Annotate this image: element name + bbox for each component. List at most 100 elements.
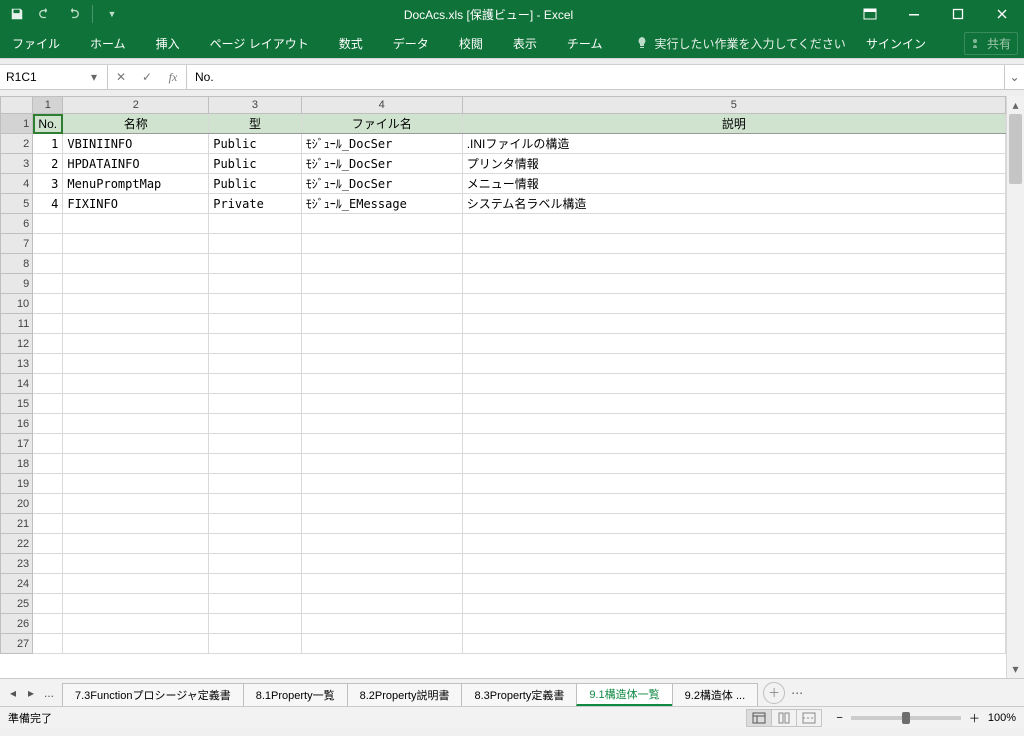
cell[interactable] (33, 614, 63, 634)
cell[interactable] (63, 494, 209, 514)
cell[interactable]: 4 (33, 194, 63, 214)
cell[interactable] (462, 494, 1005, 514)
cell[interactable]: 型 (209, 114, 302, 134)
cell[interactable]: Public (209, 174, 302, 194)
row-header[interactable]: 19 (1, 474, 33, 494)
row-header[interactable]: 2 (1, 134, 33, 154)
cell[interactable] (33, 294, 63, 314)
cell[interactable] (33, 634, 63, 654)
cell[interactable] (462, 234, 1005, 254)
cell[interactable] (63, 454, 209, 474)
undo-icon[interactable] (36, 5, 54, 23)
row-header[interactable]: 11 (1, 314, 33, 334)
cell[interactable] (63, 354, 209, 374)
tab-view[interactable]: 表示 (507, 31, 543, 56)
cell[interactable]: 2 (33, 154, 63, 174)
cell[interactable] (301, 394, 462, 414)
cell[interactable] (301, 214, 462, 234)
cell[interactable] (209, 234, 302, 254)
tab-review[interactable]: 校閲 (453, 31, 489, 56)
sheet-tab[interactable]: 7.3Functionプロシージャ定義書 (62, 683, 244, 706)
zoom-out-button[interactable]: − (836, 712, 842, 724)
cell[interactable] (301, 434, 462, 454)
cell[interactable] (209, 454, 302, 474)
sheet-tab[interactable]: 8.2Property説明書 (347, 683, 463, 706)
cell[interactable] (301, 294, 462, 314)
cell[interactable]: Private (209, 194, 302, 214)
row-header[interactable]: 9 (1, 274, 33, 294)
cell[interactable] (63, 274, 209, 294)
cell[interactable]: ﾓｼﾞｭｰﾙ_DocSer (301, 134, 462, 154)
cell[interactable] (462, 374, 1005, 394)
ribbon-display-options-icon[interactable] (848, 0, 892, 28)
cell[interactable]: 説明 (462, 114, 1005, 134)
cell[interactable] (462, 514, 1005, 534)
tab-nav-next-icon[interactable]: ▸ (24, 686, 38, 700)
cell[interactable] (209, 414, 302, 434)
view-page-break-icon[interactable] (796, 709, 822, 727)
cell[interactable] (63, 214, 209, 234)
cell[interactable] (63, 254, 209, 274)
cell[interactable] (462, 534, 1005, 554)
row-header[interactable]: 7 (1, 234, 33, 254)
formula-input[interactable] (187, 65, 1004, 89)
cell[interactable] (63, 474, 209, 494)
share-button[interactable]: 共有 (964, 32, 1018, 55)
zoom-slider[interactable] (851, 716, 961, 720)
sheet-tab[interactable]: 8.3Property定義書 (461, 683, 577, 706)
cell[interactable] (462, 314, 1005, 334)
tab-file[interactable]: ファイル (6, 31, 66, 56)
sheet-tab[interactable]: 9.1構造体一覧 (576, 683, 672, 706)
cell[interactable] (33, 234, 63, 254)
cell[interactable] (209, 374, 302, 394)
cell[interactable] (301, 254, 462, 274)
scroll-up-icon[interactable]: ▴ (1007, 96, 1024, 114)
cell[interactable] (63, 514, 209, 534)
cell[interactable] (301, 274, 462, 294)
tab-page-layout[interactable]: ページ レイアウト (204, 31, 315, 56)
row-header[interactable]: 5 (1, 194, 33, 214)
cell[interactable] (63, 434, 209, 454)
row-header[interactable]: 3 (1, 154, 33, 174)
cell[interactable] (63, 534, 209, 554)
minimize-button[interactable] (892, 0, 936, 28)
cell[interactable] (33, 594, 63, 614)
cell[interactable] (462, 554, 1005, 574)
cell[interactable] (301, 634, 462, 654)
cell[interactable] (301, 594, 462, 614)
row-header[interactable]: 27 (1, 634, 33, 654)
cell[interactable] (209, 634, 302, 654)
cell[interactable]: ﾓｼﾞｭｰﾙ_DocSer (301, 154, 462, 174)
cell[interactable]: Public (209, 154, 302, 174)
cell[interactable] (33, 314, 63, 334)
tab-data[interactable]: データ (387, 31, 435, 56)
view-page-layout-icon[interactable] (771, 709, 797, 727)
cell[interactable] (209, 354, 302, 374)
cell[interactable] (462, 394, 1005, 414)
cell[interactable]: ﾓｼﾞｭｰﾙ_EMessage (301, 194, 462, 214)
cell[interactable]: .INIファイルの構造 (462, 134, 1005, 154)
view-normal-icon[interactable] (746, 709, 772, 727)
cell[interactable] (33, 434, 63, 454)
row-header[interactable]: 24 (1, 574, 33, 594)
cell[interactable]: No. (33, 114, 63, 134)
cell[interactable]: 名称 (63, 114, 209, 134)
cell[interactable] (33, 514, 63, 534)
cell[interactable] (209, 554, 302, 574)
column-header[interactable]: 2 (63, 97, 209, 114)
cell[interactable] (33, 274, 63, 294)
cell[interactable] (209, 254, 302, 274)
row-header[interactable]: 13 (1, 354, 33, 374)
cell[interactable] (63, 234, 209, 254)
column-header[interactable]: 1 (33, 97, 63, 114)
cell[interactable] (63, 574, 209, 594)
row-header[interactable]: 16 (1, 414, 33, 434)
cell[interactable]: VBINIINFO (63, 134, 209, 154)
cell[interactable] (462, 354, 1005, 374)
cell[interactable]: Public (209, 134, 302, 154)
cell[interactable] (301, 414, 462, 434)
cell[interactable] (33, 254, 63, 274)
cell[interactable] (33, 414, 63, 434)
tab-nav-more[interactable]: ... (42, 686, 56, 700)
cell[interactable] (462, 614, 1005, 634)
